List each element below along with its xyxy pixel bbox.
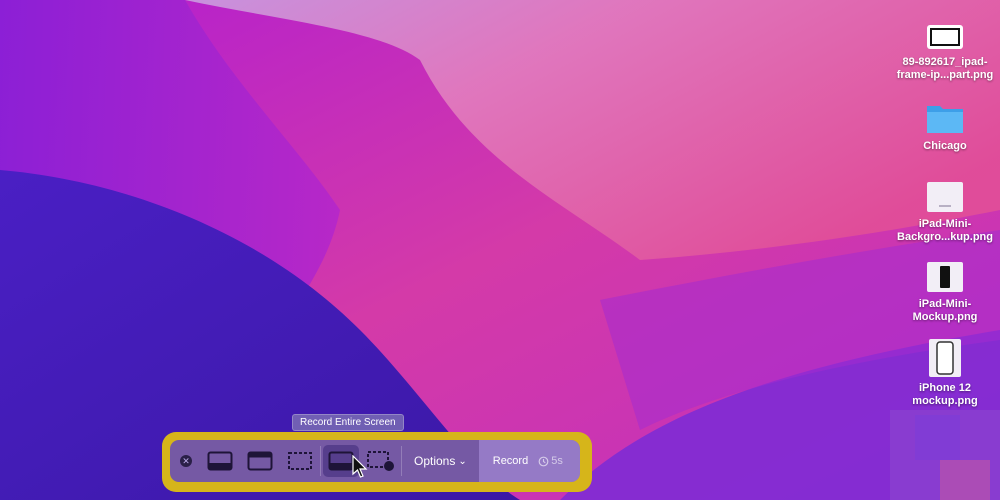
timer-label: 5s (551, 455, 563, 467)
image-file-icon (925, 338, 965, 378)
chevron-down-icon: ⌄ (458, 455, 467, 467)
capture-entire-screen-icon[interactable] (202, 445, 238, 477)
folder-icon (924, 100, 966, 136)
toolbar-separator (320, 446, 321, 476)
tooltip: Record Entire Screen (292, 414, 404, 431)
capture-window-icon[interactable] (242, 445, 278, 477)
close-icon[interactable]: ✕ (180, 455, 192, 467)
timer-display: 5s (538, 455, 563, 467)
desktop-icon-label: Chicago (923, 140, 967, 152)
capture-portion-icon[interactable] (282, 445, 318, 477)
desktop-icon-ipad-mini-background[interactable]: iPad-Mini- Backgro...kup.png (890, 180, 1000, 244)
desktop-icon-iphone-12-mockup[interactable]: iPhone 12 mockup.png (890, 338, 1000, 408)
desktop-icon-ipad-frame[interactable]: 89-892617_ipad- frame-ip...part.png (890, 22, 1000, 82)
desktop-wallpaper (0, 0, 1000, 500)
image-file-icon (925, 260, 965, 294)
image-file-icon (925, 22, 965, 52)
desktop-icon-ipad-mini-mockup[interactable]: iPad-Mini- Mockup.png (890, 260, 1000, 324)
desktop-icon-label: iPad-Mini- Backgro...kup.png (897, 218, 993, 243)
mouse-cursor-icon (352, 455, 368, 478)
desktop-icon-label: iPad-Mini- Mockup.png (912, 298, 978, 323)
desktop-icon-label: iPhone 12 mockup.png (912, 382, 978, 407)
desktop-icon-chicago[interactable]: Chicago (890, 100, 1000, 153)
record-button[interactable]: Record 5s (478, 440, 580, 482)
timer-icon (538, 456, 549, 466)
desktop-icon-label: 89-892617_ipad- frame-ip...part.png (896, 56, 994, 81)
options-button[interactable]: Options ⌄ (402, 440, 479, 482)
options-label: Options (414, 454, 456, 468)
record-portion-icon[interactable] (363, 445, 399, 477)
record-label: Record (492, 455, 529, 467)
screenshot-toolbar: ✕ Options ⌄ Record 5s (170, 440, 580, 482)
image-file-icon (925, 180, 965, 214)
